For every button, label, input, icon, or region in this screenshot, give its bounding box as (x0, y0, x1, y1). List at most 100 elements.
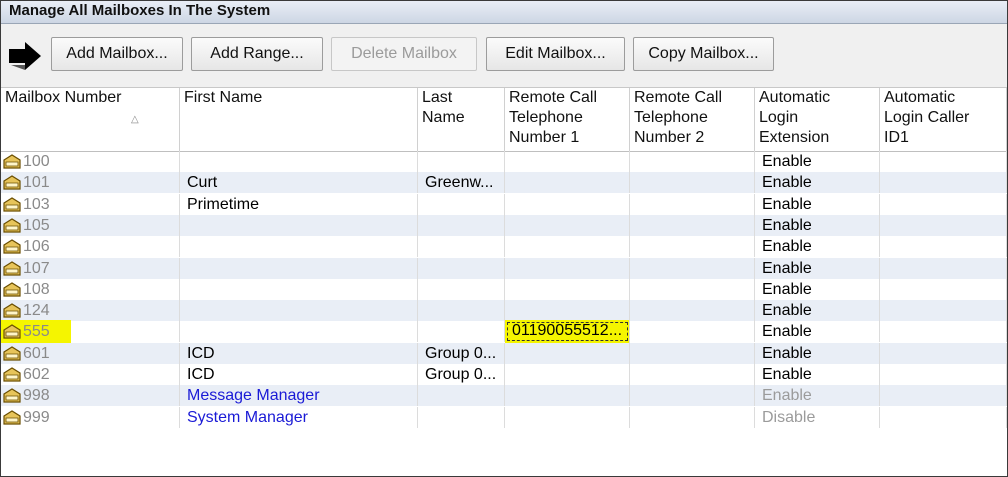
cell-auto-login[interactable]: Enable (755, 214, 880, 236)
cell-auto-login[interactable]: Enable (755, 300, 880, 322)
cell-remote2[interactable] (630, 385, 755, 407)
cell-first[interactable]: ICD (180, 364, 418, 385)
cell-auto-login[interactable]: Enable (755, 193, 880, 215)
cell-first[interactable] (180, 236, 418, 258)
cell-auto-login[interactable]: Enable (755, 342, 880, 364)
cell-mailbox[interactable]: 998 (1, 385, 180, 407)
cell-remote2[interactable] (630, 406, 755, 428)
copy-mailbox-button[interactable]: Copy Mailbox... (633, 37, 774, 71)
cell-remote1[interactable] (505, 214, 630, 236)
cell-first[interactable]: Curt (180, 172, 418, 194)
cell-last[interactable] (418, 278, 505, 300)
cell-last[interactable] (418, 193, 505, 215)
table-row[interactable]: 100 Enable (1, 151, 1007, 172)
cell-remote1[interactable] (505, 257, 630, 279)
cell-remote1[interactable] (505, 151, 630, 172)
cell-auto-login[interactable]: Enable (755, 236, 880, 258)
table-row[interactable]: 999 System Manager Disable (1, 406, 1007, 428)
cell-mailbox[interactable]: 106 (1, 236, 180, 258)
cell-first[interactable] (180, 214, 418, 236)
cell-last[interactable] (418, 151, 505, 172)
cell-remote1[interactable] (505, 342, 630, 364)
cell-remote1[interactable] (505, 278, 630, 300)
edit-mailbox-button[interactable]: Edit Mailbox... (486, 37, 625, 71)
cell-remote2[interactable] (630, 214, 755, 236)
cell-remote1[interactable] (505, 406, 630, 428)
cell-first[interactable]: ICD (180, 342, 418, 364)
add-mailbox-button[interactable]: Add Mailbox... (51, 37, 183, 71)
cell-caller-id[interactable] (880, 151, 1007, 172)
cell-remote1[interactable] (505, 193, 630, 215)
table-row[interactable]: 998 Message Manager Enable (1, 385, 1007, 407)
cell-last[interactable] (418, 385, 505, 407)
cell-caller-id[interactable] (880, 300, 1007, 322)
cell-caller-id[interactable] (880, 342, 1007, 364)
column-header-mailbox-number[interactable]: Mailbox Number △ (1, 88, 180, 151)
cell-mailbox[interactable]: 101 (1, 172, 180, 194)
cell-caller-id[interactable] (880, 236, 1007, 258)
cell-mailbox[interactable]: 103 (1, 193, 180, 215)
column-header-first-name[interactable]: First Name (180, 88, 418, 151)
cell-mailbox[interactable]: 108 (1, 278, 180, 300)
cell-remote1[interactable] (505, 236, 630, 258)
cell-remote1[interactable] (505, 385, 630, 407)
cell-mailbox[interactable]: 124 (1, 300, 180, 322)
cell-remote1[interactable]: 01190055512... (505, 320, 630, 344)
cell-remote2[interactable] (630, 278, 755, 300)
cell-last[interactable]: Group 0... (418, 364, 505, 385)
cell-mailbox[interactable]: 999 (1, 406, 180, 428)
cell-first[interactable] (180, 300, 418, 322)
cell-remote2[interactable] (630, 257, 755, 279)
cell-remote1[interactable] (505, 300, 630, 322)
cell-remote2[interactable] (630, 172, 755, 194)
cell-auto-login[interactable]: Enable (755, 172, 880, 194)
cell-caller-id[interactable] (880, 364, 1007, 385)
add-range-button[interactable]: Add Range... (191, 37, 323, 71)
table-row[interactable]: 124 Enable (1, 300, 1007, 322)
cell-last[interactable] (418, 321, 505, 343)
cell-first[interactable] (180, 321, 418, 343)
cell-caller-id[interactable] (880, 172, 1007, 194)
cell-caller-id[interactable] (880, 385, 1007, 407)
cell-remote2[interactable] (630, 342, 755, 364)
table-row[interactable]: 105 Enable (1, 214, 1007, 236)
cell-remote2[interactable] (630, 193, 755, 215)
column-header-last-name[interactable]: Last Name (418, 88, 505, 151)
table-row[interactable]: 601 ICD Group 0... Enable (1, 342, 1007, 364)
table-row[interactable]: 106 Enable (1, 236, 1007, 258)
table-row[interactable]: 101 Curt Greenw... Enable (1, 172, 1007, 194)
cell-auto-login[interactable]: Enable (755, 151, 880, 172)
cell-last[interactable] (418, 406, 505, 428)
cell-caller-id[interactable] (880, 257, 1007, 279)
table-row[interactable]: 555 01190055512... Enable (1, 320, 1007, 344)
cell-auto-login[interactable]: Enable (755, 364, 880, 385)
table-row[interactable]: 103 Primetime Enable (1, 193, 1007, 215)
column-header-auto-login-caller-id[interactable]: Automatic Login Caller ID1 (880, 88, 1007, 151)
cell-auto-login[interactable]: Enable (755, 278, 880, 300)
cell-last[interactable] (418, 214, 505, 236)
cell-remote2[interactable] (630, 236, 755, 258)
table-row[interactable]: 107 Enable (1, 257, 1007, 279)
cell-caller-id[interactable] (880, 406, 1007, 428)
cell-remote2[interactable] (630, 151, 755, 172)
cell-mailbox[interactable]: 100 (1, 151, 180, 172)
column-header-auto-login-extension[interactable]: Automatic Login Extension (755, 88, 880, 151)
cell-first[interactable]: Primetime (180, 193, 418, 215)
cell-auto-login[interactable]: Disable (755, 406, 880, 428)
cell-last[interactable] (418, 236, 505, 258)
cell-caller-id[interactable] (880, 193, 1007, 215)
cell-caller-id[interactable] (880, 214, 1007, 236)
cell-last[interactable] (418, 257, 505, 279)
cell-mailbox[interactable]: 105 (1, 214, 180, 236)
cell-caller-id[interactable] (880, 278, 1007, 300)
delete-mailbox-button[interactable]: Delete Mailbox (331, 37, 477, 71)
cell-remote1[interactable] (505, 364, 630, 385)
column-header-remote-number-2[interactable]: Remote Call Telephone Number 2 (630, 88, 755, 151)
table-row[interactable]: 602 ICD Group 0... Enable (1, 364, 1007, 385)
cell-remote1[interactable] (505, 172, 630, 194)
column-header-remote-number-1[interactable]: Remote Call Telephone Number 1 (505, 88, 630, 151)
cell-auto-login[interactable]: Enable (755, 385, 880, 407)
cell-last[interactable] (418, 300, 505, 322)
cell-first[interactable]: System Manager (180, 406, 418, 428)
cell-mailbox[interactable]: 601 (1, 342, 180, 364)
